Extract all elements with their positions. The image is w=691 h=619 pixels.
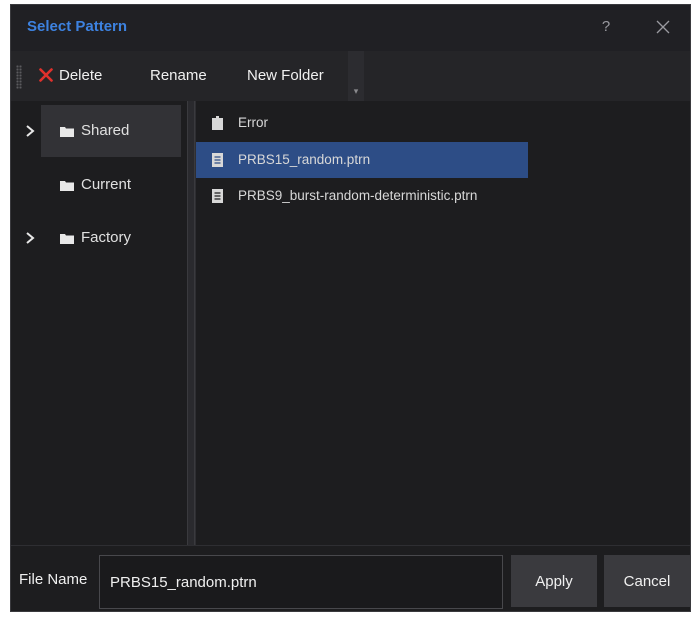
- tree-item-factory[interactable]: Factory: [11, 212, 187, 264]
- file-name-label: File Name: [19, 571, 88, 588]
- toolbar-grip[interactable]: [16, 65, 22, 89]
- file-name-input[interactable]: [99, 555, 503, 609]
- pane-splitter[interactable]: [187, 101, 195, 545]
- folder-icon: [60, 234, 74, 244]
- folder-icon: [60, 127, 74, 137]
- folder-icon: [60, 181, 74, 191]
- file-label: PRBS15_random.ptrn: [238, 152, 371, 167]
- file-icon: [212, 189, 223, 203]
- cancel-button[interactable]: Cancel: [604, 555, 690, 607]
- footer-bar: File Name Apply Cancel: [11, 545, 690, 611]
- tree-item-shared[interactable]: Shared: [11, 105, 187, 157]
- close-icon: [656, 20, 670, 34]
- folder-tree: Shared Current Factory: [11, 101, 187, 545]
- toolbar: Delete Rename New Folder ▾: [11, 51, 690, 102]
- file-label: PRBS9_burst-random-deterministic.ptrn: [238, 188, 478, 203]
- rename-button[interactable]: Rename: [150, 65, 207, 87]
- title-bar: Select Pattern ?: [11, 5, 690, 51]
- file-row-prbs15[interactable]: PRBS15_random.ptrn: [196, 142, 528, 178]
- tree-item-label: Factory: [81, 229, 132, 246]
- file-row-error-folder[interactable]: Error: [196, 105, 528, 141]
- delete-label: Delete: [59, 67, 103, 84]
- file-label: Error: [238, 115, 268, 130]
- close-button[interactable]: [651, 15, 675, 39]
- tree-item-label: Shared: [81, 122, 130, 139]
- chevron-right-icon[interactable]: [24, 231, 36, 245]
- apply-button[interactable]: Apply: [511, 555, 597, 607]
- delete-x-icon: [39, 68, 53, 82]
- file-icon: [212, 153, 223, 167]
- select-pattern-dialog: Select Pattern ? Delete Rename New Folde…: [10, 4, 691, 612]
- new-folder-button[interactable]: New Folder: [247, 65, 324, 87]
- chevron-right-icon[interactable]: [24, 124, 36, 138]
- tree-item-label: Current: [81, 176, 132, 193]
- tree-item-current[interactable]: Current: [11, 159, 187, 211]
- file-row-prbs9[interactable]: PRBS9_burst-random-deterministic.ptrn: [196, 178, 528, 214]
- file-list: Error PRBS15_random.ptrn PRBS9_burst-ran…: [195, 101, 690, 545]
- delete-button[interactable]: Delete: [39, 65, 102, 87]
- folder-icon: [212, 116, 223, 130]
- dialog-title: Select Pattern: [27, 18, 128, 35]
- help-button[interactable]: ?: [596, 15, 616, 39]
- overflow-icon[interactable]: ▾: [350, 85, 362, 97]
